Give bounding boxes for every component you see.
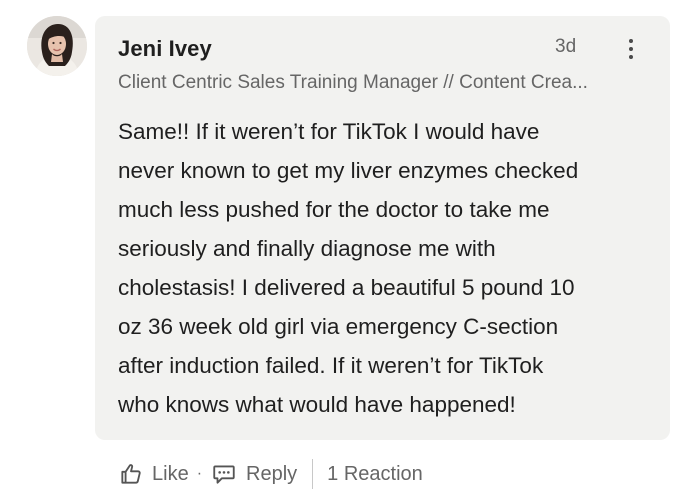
comment-line: Same!! If it weren’t for TikTok I would … [118, 119, 540, 144]
reactions-count-link[interactable]: 1 Reaction [327, 463, 423, 486]
avatar-photo [27, 16, 87, 76]
comment-timestamp: 3d [555, 36, 577, 57]
reply-button[interactable]: Reply [211, 461, 297, 487]
author-headline: Client Centric Sales Training Manager //… [118, 72, 588, 93]
comment-actions-bar: Like · Reply 1 Reaction [118, 456, 423, 492]
more-options-button[interactable] [616, 32, 646, 66]
reply-label: Reply [246, 462, 298, 485]
comment-line: who knows what would have happened! [118, 392, 516, 417]
comment-card: Jeni Ivey 3d Client Centric Sales Traini… [95, 16, 670, 440]
author-name[interactable]: Jeni Ivey [118, 36, 212, 62]
action-separator: · [196, 465, 203, 482]
like-label: Like [152, 462, 189, 485]
comment-line: after induction failed. If it weren’t fo… [118, 353, 544, 378]
comment-line: oz 36 week old girl via emergency C-sect… [118, 314, 559, 339]
actions-divider [312, 459, 314, 489]
comment-line: never known to get my liver enzymes chec… [118, 158, 579, 183]
comment-line: much less pushed for the doctor to take … [118, 197, 550, 222]
reactions-count-label: 1 Reaction [327, 462, 423, 485]
author-avatar[interactable] [27, 16, 87, 76]
comment-line: cholestasis! I delivered a beautiful 5 p… [118, 275, 575, 300]
comment-body: Same!! If it weren’t for TikTok I would … [118, 112, 658, 424]
thumbs-up-icon [118, 461, 144, 487]
like-button[interactable]: Like [118, 461, 189, 487]
speech-bubble-icon [211, 461, 237, 487]
comment-line: seriously and finally diagnose me with [118, 236, 496, 261]
